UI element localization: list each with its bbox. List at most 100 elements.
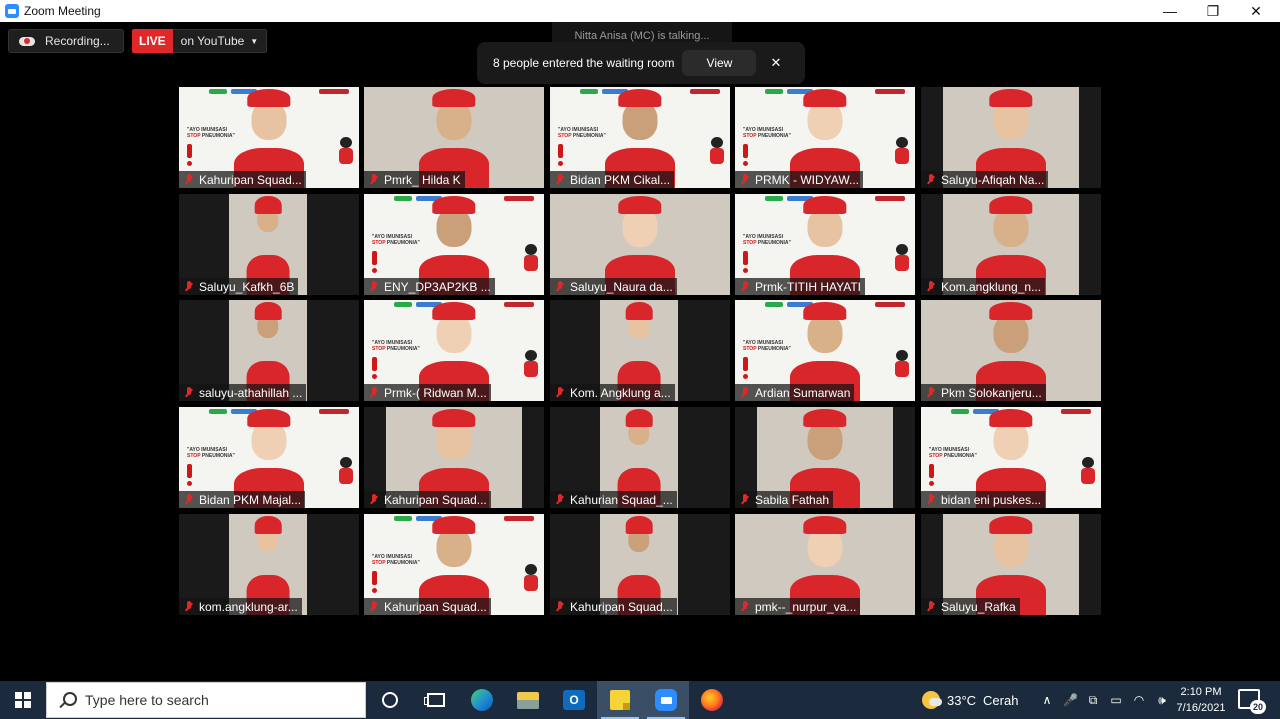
muted-mic-icon xyxy=(739,386,751,399)
participant-name: bidan eni puskes... xyxy=(941,492,1042,507)
cortana-button[interactable] xyxy=(367,681,413,719)
participant-video-tile[interactable]: "AYO IMUNISASI STOP PNEUMONIA" Prmk-( Ridw… xyxy=(364,300,544,401)
wifi-icon[interactable]: ◠ xyxy=(1132,693,1146,707)
participant-video-tile[interactable]: "AYO IMUNISASI STOP PNEUMONIA" Bidan PKM M… xyxy=(179,407,359,508)
participant-video-tile[interactable]: Pkm Solokanjeru... xyxy=(921,300,1101,401)
participant-video-tile[interactable]: Saluyu_Naura da... xyxy=(550,194,730,295)
live-target-dropdown[interactable]: on YouTube ▼ xyxy=(172,29,268,53)
weather-widget[interactable]: 33°C Cerah xyxy=(922,681,1018,719)
participant-video-tile[interactable]: Sabila Fathah xyxy=(735,407,915,508)
slide-text-line: STOP xyxy=(558,133,572,139)
muted-mic-icon xyxy=(183,600,195,613)
participant-video-tile[interactable]: Saluyu_Kafkh_6B xyxy=(179,194,359,295)
sticky-notes-button[interactable] xyxy=(597,681,643,719)
participant-video-tile[interactable]: Pmrk_ Hilda K xyxy=(364,87,544,188)
muted-mic-icon xyxy=(183,386,195,399)
campaign-mascot-graphic xyxy=(1079,457,1097,485)
taskbar-search[interactable] xyxy=(46,682,366,718)
participant-name: Saluyu_Kafkh_6B xyxy=(199,279,295,294)
view-waiting-room-button[interactable]: View xyxy=(682,50,757,76)
slide-text-line: STOP xyxy=(743,346,757,352)
participant-video-tile[interactable]: Kahuripan Squad... xyxy=(364,407,544,508)
live-stream-indicator[interactable]: LIVE on YouTube ▼ xyxy=(132,29,268,53)
minimize-button[interactable]: — xyxy=(1150,0,1190,22)
recording-cloud-icon xyxy=(19,35,35,47)
participant-video-tile[interactable]: "AYO IMUNISASI STOP PNEUMONIA" PRMK - WIDY… xyxy=(735,87,915,188)
dismiss-notification-button[interactable]: ✕ xyxy=(770,55,781,71)
participant-video-tile[interactable]: Kahurian Squad_... xyxy=(550,407,730,508)
muted-mic-icon xyxy=(554,386,566,399)
slide-exclamation-graphic xyxy=(558,144,563,166)
weather-temp: 33°C xyxy=(947,692,977,708)
outlook-icon: O xyxy=(563,690,585,710)
muted-mic-icon xyxy=(925,386,937,399)
participant-video-tile[interactable]: Saluyu-Afiqah Na... xyxy=(921,87,1101,188)
participant-video-tile[interactable]: pmk--_nurpur_va... xyxy=(735,514,915,615)
volume-icon[interactable]: 🕪 xyxy=(1155,693,1169,708)
muted-mic-icon xyxy=(183,173,195,186)
participant-video-tile[interactable]: Kahuripan Squad... xyxy=(550,514,730,615)
slide-campaign-text: "AYO IMUNISASI STOP PNEUMONIA" xyxy=(187,127,235,139)
recording-indicator[interactable]: Recording... xyxy=(8,29,124,53)
participant-video-tile[interactable]: "AYO IMUNISASI STOP PNEUMONIA" Bidan PKM C… xyxy=(550,87,730,188)
participant-name: kom.angklung-ar... xyxy=(199,599,298,614)
campaign-mascot-graphic xyxy=(708,137,726,165)
task-view-button[interactable] xyxy=(413,681,459,719)
file-explorer-button[interactable] xyxy=(505,681,551,719)
participant-video-tile[interactable]: Kom.angklung_n... xyxy=(921,194,1101,295)
search-input[interactable] xyxy=(85,692,345,708)
participant-video-tile[interactable]: Kom. Angklung a... xyxy=(550,300,730,401)
slide-text-line: STOP xyxy=(187,453,201,459)
zoom-taskbar-button[interactable] xyxy=(643,681,689,719)
firefox-button[interactable] xyxy=(689,681,735,719)
slide-text-line: PNEUMONIA" xyxy=(757,346,791,352)
participant-video-tile[interactable]: Saluyu_Rafka xyxy=(921,514,1101,615)
muted-mic-icon xyxy=(368,173,380,186)
participant-video-tile[interactable]: kom.angklung-ar... xyxy=(179,514,359,615)
participant-video-tile[interactable]: "AYO IMUNISASI STOP PNEUMONIA" Prmk-TITIH … xyxy=(735,194,915,295)
muted-mic-icon xyxy=(925,493,937,506)
slide-campaign-text: "AYO IMUNISASI STOP PNEUMONIA" xyxy=(372,554,420,566)
microphone-icon[interactable]: 🎤 xyxy=(1063,693,1078,707)
muted-mic-icon xyxy=(739,280,751,293)
participant-name: Saluyu-Afiqah Na... xyxy=(941,172,1045,187)
weather-condition: Cerah xyxy=(983,692,1019,708)
outlook-button[interactable]: O xyxy=(551,681,597,719)
participant-name-bar: Kahuripan Squad... xyxy=(179,171,306,188)
participant-name: Prmk-TITIH HAYATI xyxy=(755,279,861,294)
participant-video-tile[interactable]: "AYO IMUNISASI STOP PNEUMONIA" ENY_DP3AP2K… xyxy=(364,194,544,295)
participant-name: Kahuripan Squad... xyxy=(384,599,487,614)
participant-name: Saluyu_Rafka xyxy=(941,599,1016,614)
slide-campaign-text: "AYO IMUNISASI STOP PNEUMONIA" xyxy=(743,234,791,246)
participant-name-bar: saluyu-athahillah ... xyxy=(179,384,307,401)
participant-name-bar: Saluyu_Kafkh_6B xyxy=(179,278,299,295)
edge-button[interactable] xyxy=(459,681,505,719)
participant-video-tile[interactable]: "AYO IMUNISASI STOP PNEUMONIA" bidan eni p… xyxy=(921,407,1101,508)
participant-name: saluyu-athahillah ... xyxy=(199,385,303,400)
taskbar-clock[interactable]: 2:10 PM 7/16/2021 xyxy=(1172,684,1230,716)
start-button[interactable] xyxy=(0,681,46,719)
screen-share-icon[interactable]: ⧉ xyxy=(1086,693,1100,708)
notification-center-icon[interactable]: 20 xyxy=(1238,689,1266,714)
participant-name-bar: kom.angklung-ar... xyxy=(179,598,302,615)
close-window-button[interactable]: ✕ xyxy=(1236,0,1276,22)
campaign-mascot-graphic xyxy=(337,137,355,165)
participant-name: PRMK - WIDYAW... xyxy=(755,172,859,187)
battery-icon[interactable]: ▭ xyxy=(1109,693,1123,707)
participant-name-bar: Bidan PKM Majal... xyxy=(179,491,306,508)
participant-name: pmk--_nurpur_va... xyxy=(755,599,857,614)
show-hidden-icons-chevron-icon[interactable]: ∧ xyxy=(1040,693,1054,707)
campaign-mascot-graphic xyxy=(893,350,911,378)
restore-button[interactable]: ❐ xyxy=(1193,0,1233,22)
participant-name-bar: Kom. Angklung a... xyxy=(550,384,675,401)
participant-name-bar: pmk--_nurpur_va... xyxy=(735,598,861,615)
participant-video-tile[interactable]: saluyu-athahillah ... xyxy=(179,300,359,401)
search-icon xyxy=(59,692,77,708)
notification-count-badge: 20 xyxy=(1250,700,1266,714)
participant-video-tile[interactable]: "AYO IMUNISASI STOP PNEUMONIA" Ardian Suma… xyxy=(735,300,915,401)
slide-campaign-text: "AYO IMUNISASI STOP PNEUMONIA" xyxy=(187,447,235,459)
caret-down-icon: ▼ xyxy=(250,36,259,46)
participant-video-tile[interactable]: "AYO IMUNISASI STOP PNEUMONIA" Kahuripan S… xyxy=(364,514,544,615)
zoom-app-icon xyxy=(5,4,19,18)
participant-video-tile[interactable]: "AYO IMUNISASI STOP PNEUMONIA" Kahuripan S… xyxy=(179,87,359,188)
